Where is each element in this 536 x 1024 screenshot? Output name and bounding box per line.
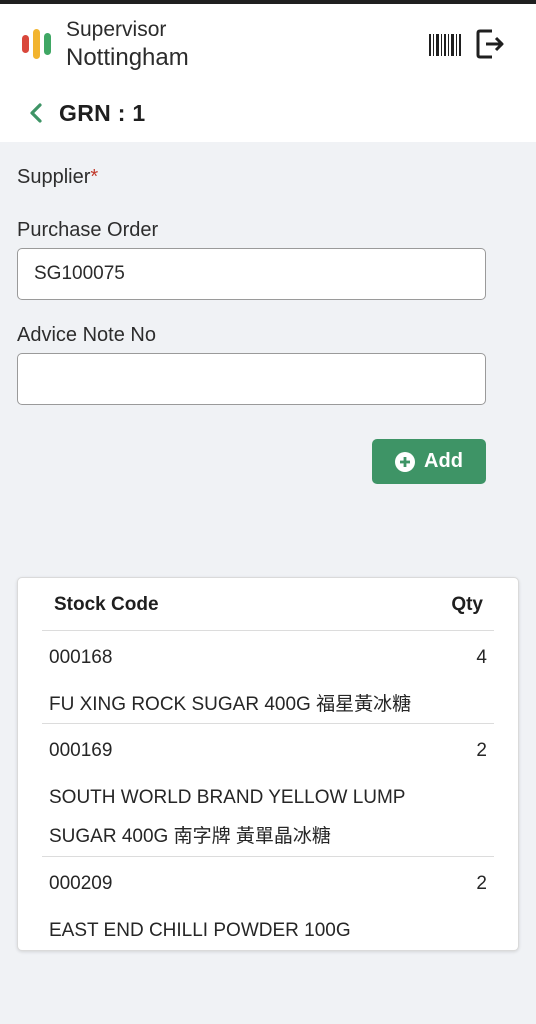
add-button[interactable]: Add (372, 439, 486, 484)
qty-value: 4 (476, 647, 487, 668)
qty-value: 2 (476, 740, 487, 761)
required-marker: * (90, 166, 99, 188)
site-name: Nottingham (66, 44, 189, 71)
app-logo (22, 29, 54, 63)
qty-header: Qty (451, 594, 483, 615)
stock-description: SOUTH WORLD BRAND YELLOW LUMP SUGAR 400G… (49, 787, 406, 847)
advice-note-input[interactable] (17, 353, 486, 405)
supplier-label: Supplier* (17, 166, 99, 188)
stock-code: 000168 (49, 647, 113, 668)
app-header: Supervisor Nottingham GRN : 1 (0, 4, 536, 142)
table-row[interactable]: 000169 2 SOUTH WORLD BRAND YELLOW LUMP S… (42, 724, 494, 857)
user-role: Supervisor (66, 18, 167, 41)
purchase-order-input[interactable] (17, 248, 486, 300)
barcode-icon[interactable] (429, 34, 461, 56)
page-title: GRN : 1 (59, 99, 146, 126)
table-row[interactable]: 000209 2 EAST END CHILLI POWDER 100G (42, 857, 494, 950)
add-button-label: Add (424, 450, 463, 472)
logout-icon[interactable] (476, 28, 506, 60)
stock-code: 000209 (49, 873, 113, 894)
stock-table: Stock Code Qty 000168 4 FU XING ROCK SUG… (17, 577, 519, 951)
qty-value: 2 (476, 873, 487, 894)
table-row[interactable]: 000168 4 FU XING ROCK SUGAR 400G 福星黃冰糖 (42, 631, 494, 724)
stock-description: FU XING ROCK SUGAR 400G 福星黃冰糖 (49, 694, 412, 715)
back-button[interactable]: GRN : 1 (28, 98, 145, 128)
chevron-left-icon (30, 103, 42, 123)
table-header: Stock Code Qty (42, 578, 494, 631)
purchase-order-label: Purchase Order (17, 219, 159, 241)
plus-circle-icon (395, 451, 416, 472)
advice-note-label: Advice Note No (17, 324, 156, 346)
stock-code-header: Stock Code (54, 594, 159, 615)
stock-description: EAST END CHILLI POWDER 100G (49, 920, 351, 941)
stock-code: 000169 (49, 740, 113, 761)
